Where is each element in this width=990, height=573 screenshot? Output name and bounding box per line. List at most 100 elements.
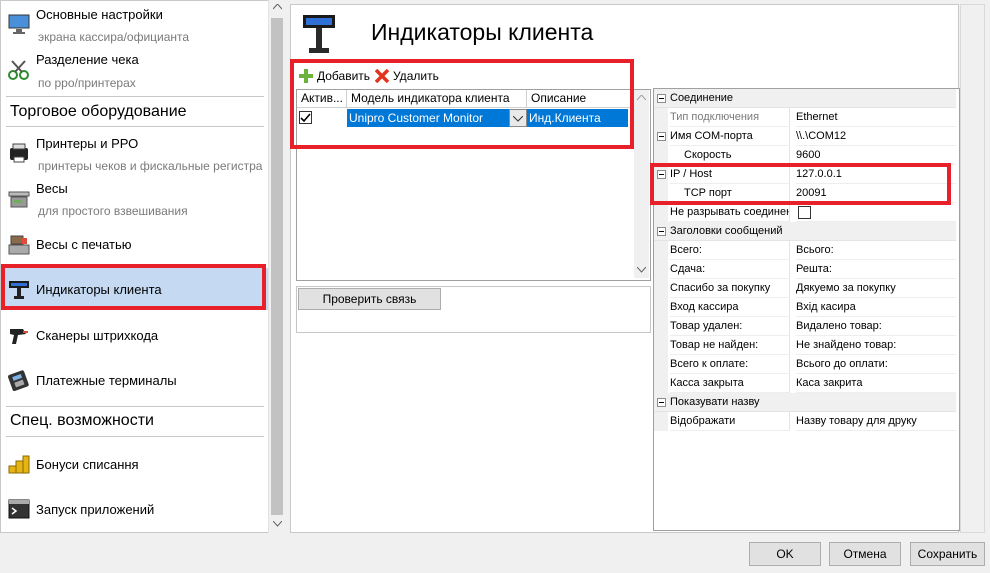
prop-key: Товар не найден: (670, 336, 790, 355)
prop-row-message[interactable]: Всего к оплате: Всього до оплати: (654, 355, 956, 374)
prop-value[interactable]: Всього: (796, 241, 956, 260)
printer-icon (10, 143, 28, 163)
window-scrollbar[interactable] (960, 4, 985, 533)
prop-value[interactable]: Всього до оплати: (796, 355, 956, 374)
nav-item-bonus[interactable]: Бонуси списання (1, 448, 269, 482)
prop-row-tcp-port[interactable]: TCP порт 20091 (654, 184, 956, 203)
keep-connection-checkbox[interactable] (798, 206, 811, 219)
table-row[interactable]: Unipro Customer Monitor Инд.Клиента (297, 109, 628, 127)
prop-value[interactable]: Не знайдено товар: (796, 336, 956, 355)
nav-item-run-apps[interactable]: Запуск приложений (1, 493, 269, 527)
nav-item-printers[interactable]: Принтеры и РРО принтеры чеков и фискальн… (1, 134, 269, 178)
prop-key: Відображати (670, 412, 790, 431)
prop-row-display[interactable]: Відображати Назву товару для друку (654, 412, 956, 431)
prop-key: Всего к оплате: (670, 355, 790, 374)
nav-item-title: Весы (36, 181, 68, 196)
chevron-down-icon (513, 116, 523, 122)
cancel-button[interactable]: Отмена (829, 542, 901, 566)
prop-row-connection-type[interactable]: Тип подключения Ethernet (654, 108, 956, 127)
plus-icon (299, 69, 313, 83)
main-panel: Индикаторы клиента Добавить Удалить Акти… (290, 4, 960, 533)
nav-item-receipt-split[interactable]: Разделение чека по рро/принтерах (1, 49, 269, 93)
label-scale-icon (8, 235, 30, 255)
prop-value[interactable]: Дякуемо за покупку (796, 279, 956, 298)
collapse-icon[interactable] (657, 227, 666, 236)
prop-value[interactable]: 9600 (796, 146, 956, 165)
prop-value[interactable]: Вхід касира (796, 298, 956, 317)
prop-value[interactable]: 20091 (796, 184, 956, 203)
description-cell[interactable]: Инд.Клиента (527, 109, 628, 127)
prop-key: Скорость (670, 146, 790, 165)
prop-row-message[interactable]: Вход кассира Вхід касира (654, 298, 956, 317)
prop-row-ip-host[interactable]: IP / Host 127.0.0.1 (654, 165, 956, 184)
prop-row-message[interactable]: Товар удален: Видалено товар: (654, 317, 956, 336)
nav-scroll-thumb[interactable] (271, 18, 283, 515)
prop-value[interactable]: Каса закрита (796, 374, 956, 393)
prop-value[interactable]: Решта: (796, 260, 956, 279)
prop-key: Имя COM-порта (670, 127, 790, 146)
ok-button[interactable]: OK (749, 542, 821, 566)
nav-item-main-settings[interactable]: Основные настройки экрана кассира/официа… (1, 5, 269, 49)
model-dropdown-button[interactable] (509, 109, 527, 127)
prop-value[interactable]: \\.\COM12 (796, 127, 956, 146)
nav-divider (6, 96, 264, 97)
prop-row-message[interactable]: Касса закрыта Каса закрита (654, 374, 956, 393)
prop-value[interactable]: Назву товару для друку (796, 412, 956, 431)
prop-value[interactable]: Ethernet (796, 108, 956, 127)
column-header-model[interactable]: Модель индикатора клиента (347, 90, 527, 107)
delete-x-icon (375, 69, 389, 83)
nav-item-payment-terminals[interactable]: Платежные терминалы (1, 364, 269, 398)
nav-item-customer-displays[interactable]: Индикаторы клиента (1, 268, 269, 310)
category-connection[interactable]: Соединение (654, 89, 956, 108)
collapse-icon[interactable] (657, 398, 666, 407)
table-scrollbar[interactable] (634, 90, 649, 278)
add-button[interactable]: Добавить (299, 67, 370, 85)
active-checkbox[interactable] (299, 111, 312, 124)
prop-row-com-port[interactable]: Имя COM-порта \\.\COM12 (654, 127, 956, 146)
nav-item-title: Разделение чека (36, 52, 139, 67)
prop-row-message[interactable]: Сдача: Решта: (654, 260, 956, 279)
prop-row-keep-connection[interactable]: Не разрывать соединен (654, 203, 956, 222)
nav-item-label-scales[interactable]: Весы с печатью (1, 229, 269, 263)
column-header-description[interactable]: Описание (527, 90, 634, 107)
category-message-headers[interactable]: Заголовки сообщений (654, 222, 956, 241)
nav-item-barcode-scanners[interactable]: Сканеры штрихкода (1, 319, 269, 353)
prop-row-speed[interactable]: Скорость 9600 (654, 146, 956, 165)
prop-row-message[interactable]: Товар не найден: Не знайдено товар: (654, 336, 956, 355)
prop-row-message[interactable]: Спасибо за покупку Дякуемо за покупку (654, 279, 956, 298)
collapse-icon[interactable] (657, 94, 666, 103)
column-header-active[interactable]: Актив... (297, 90, 347, 107)
monitor-icon (8, 14, 30, 34)
prop-key: Вход кассира (670, 298, 790, 317)
prop-value[interactable]: Видалено товар: (796, 317, 956, 336)
prop-key: Спасибо за покупку (670, 279, 790, 298)
collapse-icon[interactable] (657, 132, 666, 141)
prop-row-message[interactable]: Всего: Всього: (654, 241, 956, 260)
delete-button[interactable]: Удалить (375, 67, 439, 85)
model-cell[interactable]: Unipro Customer Monitor (347, 109, 509, 127)
nav-item-subtitle: для простого взвешивания (38, 204, 188, 218)
collapse-icon[interactable] (657, 170, 666, 179)
nav-divider (6, 126, 264, 127)
nav-item-title: Основные настройки (36, 7, 163, 22)
nav-item-title: Принтеры и РРО (36, 136, 139, 151)
checkmark-icon (300, 113, 311, 123)
category-label: Соединение (670, 92, 734, 104)
nav-item-subtitle: принтеры чеков и фискальные регистра (38, 159, 263, 173)
property-grid: Соединение Тип подключения Ethernet Имя … (653, 88, 960, 531)
scroll-down-icon (637, 267, 646, 273)
nav-item-subtitle: экрана кассира/официанта (38, 30, 190, 44)
nav-item-title: Весы с печатью (36, 237, 132, 252)
save-button[interactable]: Сохранить (910, 542, 985, 566)
nav-item-title: Бонуси списання (36, 457, 139, 472)
payment-terminal-icon (8, 370, 29, 391)
check-connection-button[interactable]: Проверить связь (298, 288, 441, 310)
category-show-name[interactable]: Показувати назву (654, 393, 956, 412)
indicators-table: Актив... Модель индикатора клиента Описа… (296, 89, 651, 281)
customer-display-icon (9, 281, 29, 299)
prop-key: TCP порт (670, 184, 790, 203)
prop-value[interactable]: 127.0.0.1 (796, 165, 956, 184)
coins-icon (8, 455, 30, 474)
scale-icon (8, 191, 30, 208)
nav-item-scales[interactable]: Весы для простого взвешивания (1, 179, 269, 223)
